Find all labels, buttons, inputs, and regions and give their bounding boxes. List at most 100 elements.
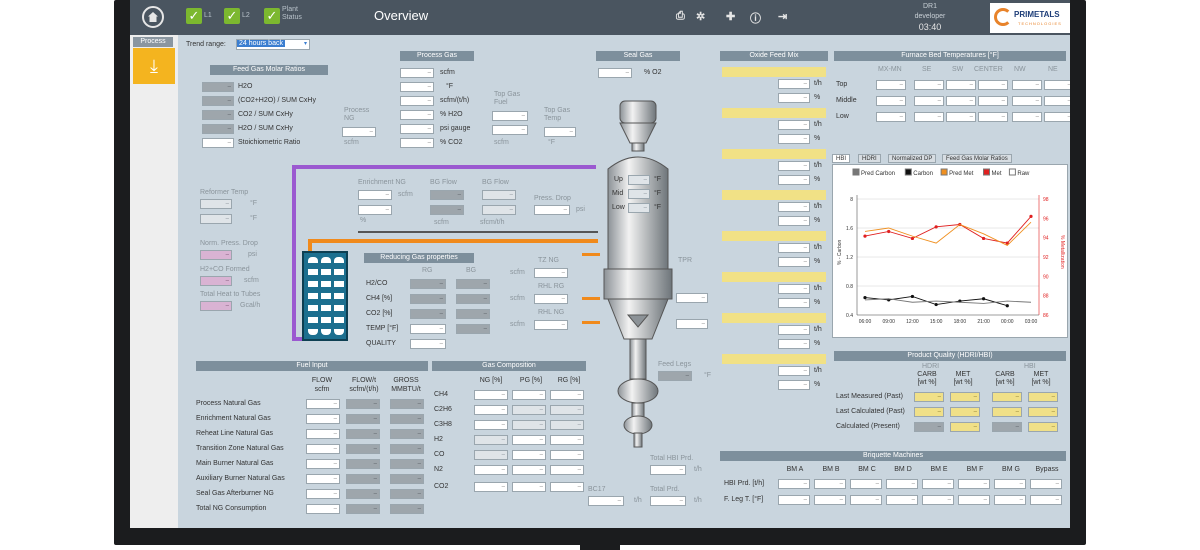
oxide-value-cell: ‒ [778, 161, 810, 171]
briquette-value-cell: ‒ [850, 479, 882, 489]
temp-value-cell: ‒ [1012, 112, 1042, 122]
quality-value-cell: ‒ [992, 407, 1022, 417]
check-icon[interactable]: ✓ [224, 8, 240, 24]
temp-value-cell: ‒ [978, 112, 1008, 122]
data-point [910, 294, 915, 299]
legend-swatch [852, 168, 860, 176]
legend-entry: Pred Met [949, 171, 974, 177]
print-icon[interactable]: ⎙ [676, 10, 685, 23]
home-icon[interactable] [142, 6, 164, 28]
tab-normalized-dp[interactable]: Normalized DP [888, 154, 937, 163]
briquette-value-cell: ‒ [886, 479, 918, 489]
quality-value-cell: ‒ [1028, 422, 1058, 432]
temp-value-cell: ‒ [876, 96, 906, 106]
y2-tick-label: 90 [1043, 274, 1049, 280]
fuel-value-cell: ‒ [390, 399, 424, 409]
quality-value-cell: ‒ [950, 422, 980, 432]
quality-value-cell: ‒ [1028, 392, 1058, 402]
fuel-value-cell: ‒ [390, 489, 424, 499]
x-tick-label: 03:00 [1025, 319, 1038, 325]
x-tick-label: 00:00 [1001, 319, 1014, 325]
temp-value-cell: ‒ [914, 112, 944, 122]
fuel-value-cell: ‒ [306, 444, 340, 454]
data-point [910, 236, 915, 241]
data-point [934, 302, 938, 307]
unit-label: t/h [814, 326, 822, 333]
briquette-value-cell: ‒ [958, 479, 990, 489]
add-icon[interactable]: ✚ [726, 10, 735, 23]
product-quality-header: Product Quality (HDRI/HBI) [834, 351, 1066, 361]
briquette-col-header: BM E [930, 466, 948, 473]
tab-feed-gas-ratios[interactable]: Feed Gas Molar Ratios [942, 154, 1012, 163]
gas-value-cell: ‒ [550, 482, 584, 492]
gas-value-cell: ‒ [474, 450, 508, 460]
y2-tick-label: 94 [1043, 236, 1049, 242]
gas-value-cell: ‒ [512, 482, 546, 492]
oxide-value-cell: ‒ [778, 202, 810, 212]
briquette-col-header: BM B [822, 466, 840, 473]
fuel-value-cell: ‒ [390, 474, 424, 484]
oxide-value-cell: ‒ [778, 120, 810, 130]
fuel-value-cell: ‒ [306, 459, 340, 469]
briquette-row-label: F. Leg T. [°F] [724, 496, 764, 503]
gas-value-cell: ‒ [512, 420, 546, 430]
y2-tick-label: 88 [1043, 294, 1049, 300]
y2-tick-label: 98 [1043, 197, 1049, 203]
left-nav: Process ⤓ [130, 35, 178, 528]
chevron-down-icon: ▾ [303, 41, 307, 47]
quality-value-cell: ‒ [914, 422, 944, 432]
fuel-value-cell: ‒ [306, 429, 340, 439]
trend-range-select[interactable]: 24 hours back ▾ [236, 39, 310, 50]
tab-hbi[interactable]: HBI [832, 154, 851, 163]
oxide-value-cell: ‒ [778, 134, 810, 144]
l2-label: L2 [242, 12, 250, 19]
x-tick-label: 09:00 [882, 319, 895, 325]
gas-value-cell: ‒ [550, 465, 584, 475]
gas-value-cell: ‒ [550, 420, 584, 430]
unit-label: % [814, 340, 821, 347]
clock: 03:40 [918, 22, 942, 32]
fuel-value-cell: ‒ [346, 504, 380, 514]
y2-tick-label: 86 [1043, 313, 1049, 319]
quality-value-cell: ‒ [950, 407, 980, 417]
temp-value-cell: ‒ [1044, 112, 1070, 122]
logout-icon[interactable]: ⇥ [778, 10, 787, 23]
l1-label: L1 [204, 12, 212, 19]
briquette-row-label: HBI Prd. [t/h] [724, 480, 765, 487]
briquette-value-cell: ‒ [850, 495, 882, 505]
briquette-header: Briquette Machines [720, 451, 1066, 461]
briquette-col-header: BM F [966, 466, 984, 473]
unit-label: % [814, 258, 821, 265]
oxide-value-cell: ‒ [778, 339, 810, 349]
temp-value-cell: ‒ [1044, 80, 1070, 90]
unit-label: t/h [814, 121, 822, 128]
legend-swatch [904, 168, 912, 176]
process-icon[interactable]: ⤓ [133, 48, 175, 84]
tab-hdri[interactable]: HDRI [858, 154, 881, 163]
y-tick-label: 1.2 [846, 255, 853, 261]
oxide-value-cell: ‒ [778, 257, 810, 267]
legend-swatch [940, 168, 948, 176]
unit-label: t/h [814, 285, 822, 292]
info-icon[interactable]: ⓘ [750, 10, 761, 26]
temp-value-cell: ‒ [914, 80, 944, 90]
trend-label: Trend range: [186, 41, 226, 48]
oxide-value-cell: ‒ [778, 298, 810, 308]
reformer-icon [302, 251, 348, 341]
fuel-value-cell: ‒ [346, 474, 380, 484]
check-icon[interactable]: ✓ [264, 8, 280, 24]
process-gas-pipe [292, 165, 596, 169]
fuel-value-cell: ‒ [306, 399, 340, 409]
check-icon[interactable]: ✓ [186, 8, 202, 24]
oxide-value-cell: ‒ [778, 380, 810, 390]
user-info: DR1 developer 03:40 [900, 2, 960, 32]
legend-swatch [1008, 168, 1016, 176]
fuel-value-cell: ‒ [390, 414, 424, 424]
gear-icon[interactable]: ✲ [696, 10, 705, 23]
briquette-value-cell: ‒ [1030, 495, 1062, 505]
plant-status-label: Plant Status [282, 6, 302, 21]
x-tick-label: 15:00 [930, 319, 943, 325]
unit-label: % [814, 94, 821, 101]
y2-tick-label: 96 [1043, 216, 1049, 222]
temp-value-cell: ‒ [914, 96, 944, 106]
